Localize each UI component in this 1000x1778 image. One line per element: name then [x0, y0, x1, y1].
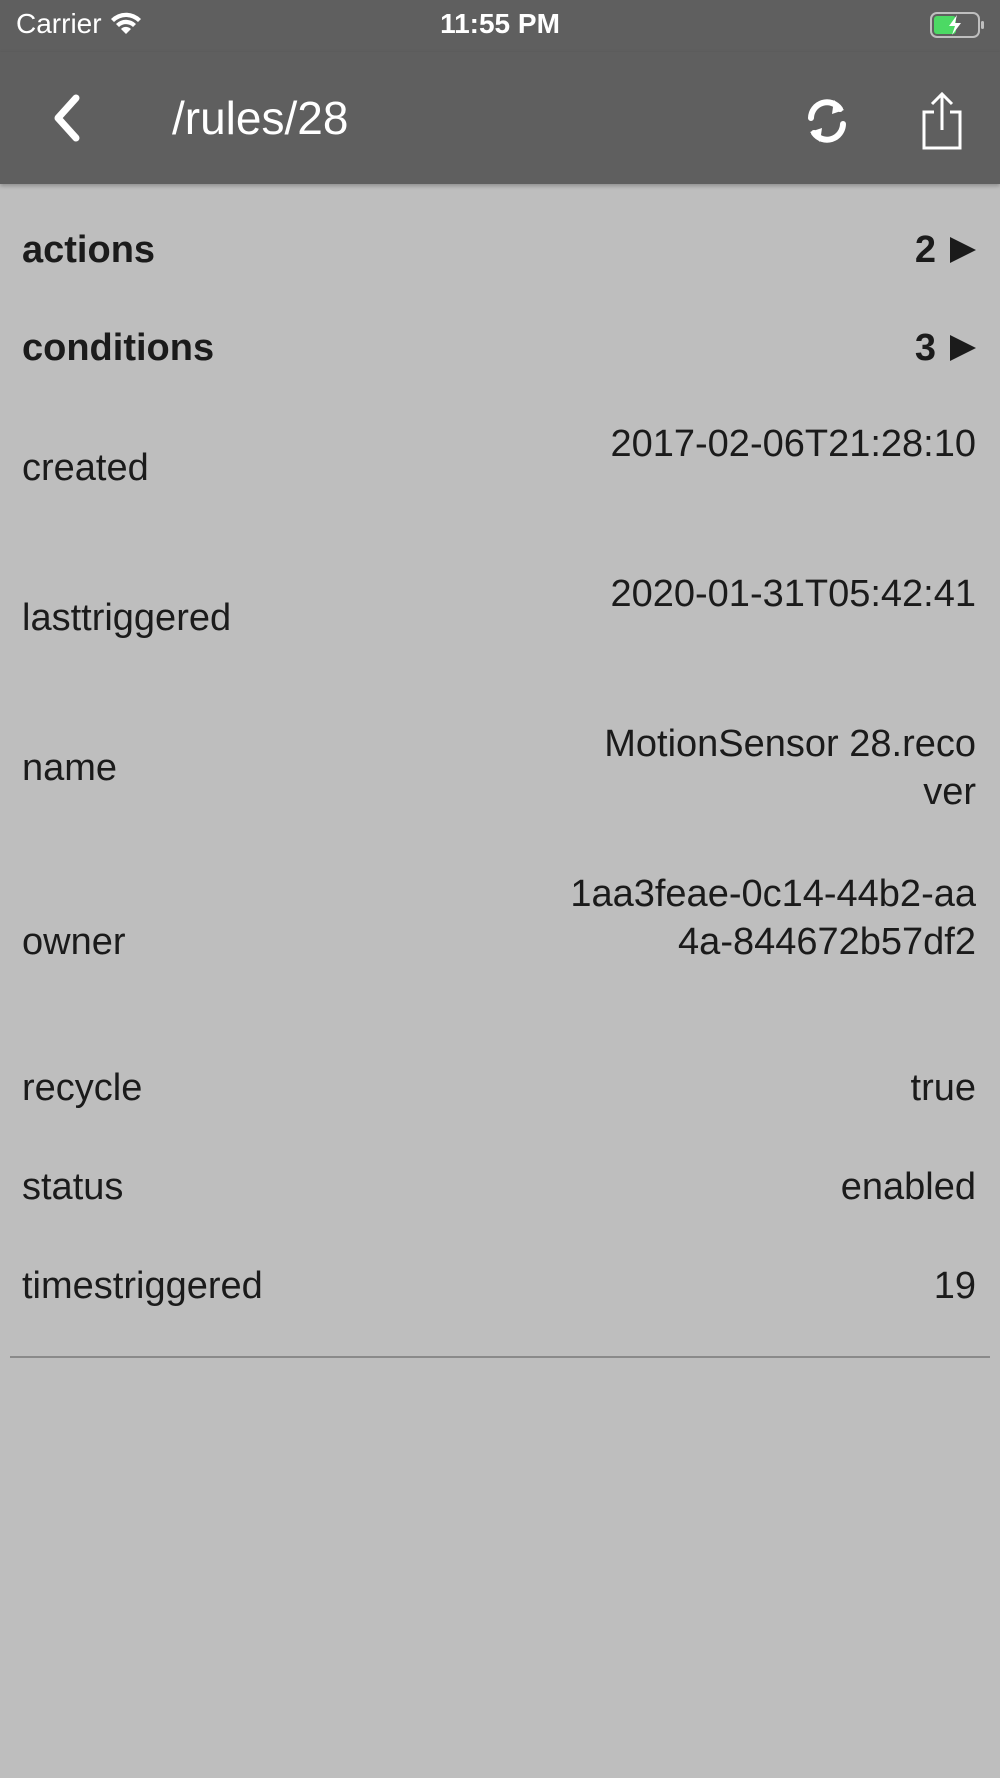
- actions-row[interactable]: actions 2: [22, 220, 976, 280]
- name-row: name MotionSensor 28.recover: [22, 720, 976, 816]
- conditions-count: 3: [914, 327, 936, 369]
- name-key: name: [22, 747, 118, 789]
- refresh-button[interactable]: [802, 94, 852, 148]
- owner-value: 1aa3feae-0c14-44b2-aa4a-844672b57df2: [570, 873, 976, 963]
- share-button[interactable]: [918, 90, 966, 152]
- timestriggered-key: timestriggered: [22, 1265, 263, 1307]
- conditions-value-group: 3: [776, 318, 976, 378]
- created-value: 2017-02-06T21:28:10: [610, 423, 976, 465]
- owner-row: owner 1aa3feae-0c14-44b2-aa4a-844672b57d…: [22, 870, 976, 1014]
- name-value: MotionSensor 28.recover: [604, 723, 976, 813]
- status-row: status enabled: [22, 1159, 976, 1215]
- conditions-row[interactable]: conditions 3: [22, 318, 976, 378]
- status-value: enabled: [840, 1166, 976, 1208]
- disclosure-arrow-icon: [950, 335, 976, 361]
- chevron-left-icon: [54, 94, 80, 142]
- list-divider: [10, 1356, 990, 1358]
- timestriggered-value: 19: [933, 1265, 976, 1307]
- status-time: 11:55 PM: [440, 8, 560, 39]
- navigation-bar: /rules/28: [0, 52, 1000, 184]
- actions-key: actions: [22, 229, 156, 271]
- status-bar: Carrier 11:55 PM: [0, 0, 1000, 52]
- battery-charging-icon: [930, 12, 984, 38]
- lasttriggered-value: 2020-01-31T05:42:41: [610, 573, 976, 615]
- recycle-value: true: [910, 1067, 976, 1109]
- created-row: created 2017-02-06T21:28:10: [22, 420, 976, 516]
- owner-key: owner: [22, 921, 126, 963]
- created-key: created: [22, 447, 149, 489]
- recycle-row: recycle true: [22, 1060, 976, 1116]
- disclosure-arrow-icon: [950, 237, 976, 263]
- lasttriggered-key: lasttriggered: [22, 597, 232, 639]
- recycle-key: recycle: [22, 1067, 143, 1109]
- actions-value-group: 2: [776, 220, 976, 280]
- share-icon: [922, 91, 962, 150]
- refresh-icon: [808, 99, 846, 143]
- actions-count: 2: [914, 229, 936, 271]
- conditions-key: conditions: [22, 327, 215, 369]
- timestriggered-row: timestriggered 19: [22, 1258, 976, 1314]
- page-title: /rules/28: [172, 92, 349, 144]
- back-button[interactable]: [44, 88, 92, 148]
- status-key: status: [22, 1166, 124, 1208]
- lasttriggered-row: lasttriggered 2020-01-31T05:42:41: [22, 570, 976, 666]
